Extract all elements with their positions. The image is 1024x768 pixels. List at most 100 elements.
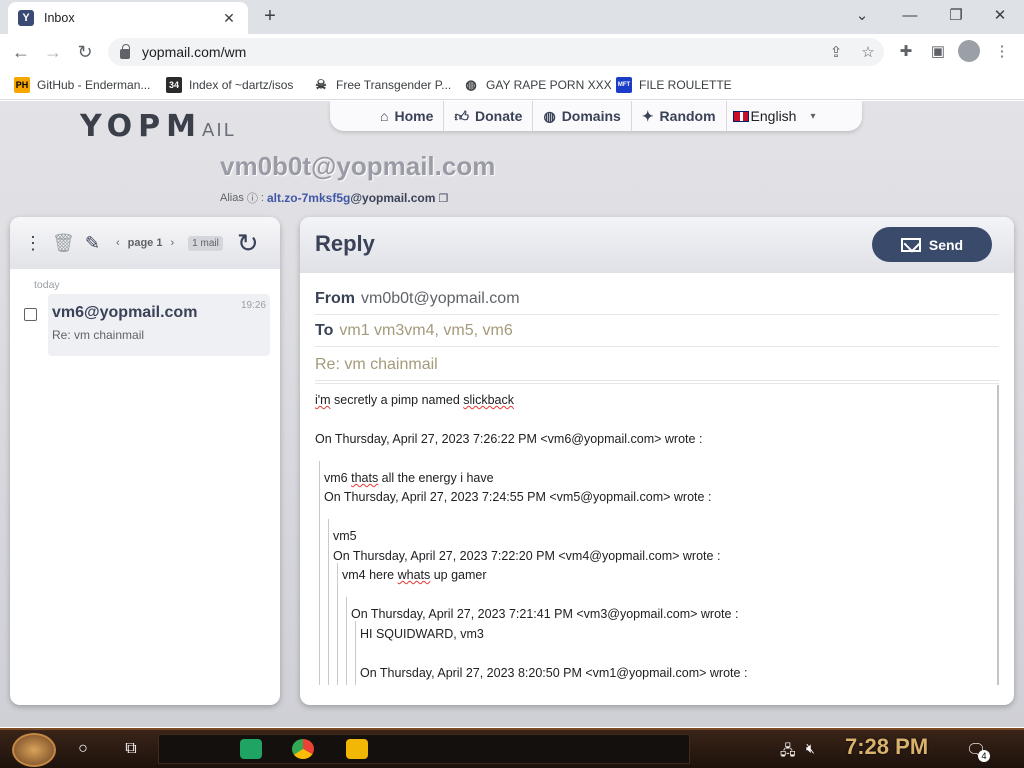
bookmarks-bar: PH GitHub - Enderman... 34 Index of ~dar… — [0, 70, 1024, 100]
tab-close-icon[interactable]: ✕ — [220, 10, 238, 27]
bookmark-34-icon: 34 — [166, 77, 182, 93]
tab-title: Inbox — [44, 11, 75, 25]
network-icon[interactable]: 🖧︎ — [780, 740, 796, 764]
day-label: today — [34, 279, 60, 291]
pager: ‹ page 1 › — [116, 237, 174, 249]
reply-header: Reply Send — [300, 217, 1014, 273]
side-panel-icon[interactable]: ▣ — [926, 41, 950, 63]
alias-row: Alias ⓘ: alt.zo-7mksf5g @yopmail.com ❐ — [220, 190, 449, 206]
menu-kebab-icon[interactable]: ⋮ — [990, 41, 1014, 63]
reply-panel: Reply Send From vm0b0t@yopmail.com To vm… — [300, 217, 1014, 705]
subject-field[interactable]: Re: vm chainmail — [315, 349, 999, 381]
nav-donate[interactable]: 👍︎ Donate — [444, 101, 534, 131]
browser-toolbar: ← → ↻ yopmail.com/wm ⇪ ☆ ✚ ▣ ⋮ — [0, 34, 1024, 70]
inbox-toolbar: ⋮ 🗑︎ ✎ ‹ page 1 › 1 mail ↻ — [10, 217, 280, 269]
compose-pencil-icon[interactable]: ✎ — [85, 233, 100, 254]
profile-avatar-icon[interactable] — [958, 40, 980, 62]
bookmark-star-icon[interactable]: ☆ — [852, 43, 884, 61]
bookmark-globe[interactable]: ◍ GAY RAPE PORN XXX — [463, 76, 612, 94]
from-field: From vm0b0t@yopmail.com — [315, 283, 999, 315]
language-select[interactable]: English ▾ — [732, 108, 816, 124]
nav-domains[interactable]: ◍ Domains — [533, 101, 632, 131]
more-vertical-icon[interactable]: ⋮ — [24, 233, 42, 254]
address-bar[interactable]: yopmail.com/wm ⇪ ☆ — [108, 38, 884, 66]
bookmark-label: Index of ~dartz/isos — [189, 78, 294, 92]
language-label: English — [750, 108, 797, 124]
list-item[interactable]: vm6@yopmail.com Re: vm chainmail 19:26 — [48, 294, 270, 356]
alias-domain: @yopmail.com — [350, 191, 436, 205]
yopmail-page: YOPMAIL ⌂ Home 👍︎ Donate ◍ Domains ✦ Ran… — [0, 101, 1024, 727]
back-arrow-icon[interactable]: ← — [8, 40, 34, 64]
trash-icon[interactable]: 🗑︎ — [52, 233, 75, 254]
tab-inbox[interactable]: Y Inbox ✕ — [8, 2, 248, 34]
body-line: i'm secretly a pimp named slickback — [315, 393, 514, 407]
notification-count-badge: 4 — [978, 750, 990, 762]
body-line: On Thursday, April 27, 2023 7:24:55 PM <… — [324, 490, 712, 504]
chevron-right-icon[interactable]: › — [170, 237, 174, 249]
minimize-icon[interactable]: — — [888, 4, 932, 28]
chevron-down-icon: ▾ — [810, 110, 816, 122]
mailbox-address: vm0b0t@yopmail.com — [220, 151, 496, 181]
volume-muted-icon[interactable]: 🔇︎ — [806, 740, 815, 757]
alias-value[interactable]: alt.zo-7mksf5g — [267, 191, 350, 205]
bookmark-label: GAY RAPE PORN XXX — [486, 78, 612, 92]
nav-random[interactable]: ✦ Random — [632, 101, 727, 131]
send-button[interactable]: Send — [872, 227, 992, 262]
divider — [315, 383, 999, 384]
clock[interactable]: 7:28 PM — [845, 734, 928, 760]
close-window-icon[interactable]: ✕ — [978, 4, 1022, 28]
from-value: vm0b0t@yopmail.com — [361, 289, 520, 307]
refresh-icon[interactable]: ↻ — [237, 228, 259, 259]
yopmail-favicon-icon: Y — [18, 10, 34, 26]
nav-label: Donate — [475, 108, 523, 124]
page-label: page 1 — [127, 237, 163, 249]
file-explorer-icon[interactable] — [346, 739, 368, 759]
bookmark-github[interactable]: PH GitHub - Enderman... — [14, 76, 150, 94]
magic-wand-icon: ✦ — [641, 107, 654, 124]
forward-arrow-icon[interactable]: → — [40, 40, 66, 64]
mail-sender: vm6@yopmail.com — [52, 304, 198, 321]
body-line: On Thursday, April 27, 2023 7:22:20 PM <… — [333, 549, 721, 563]
sheets-app-icon[interactable] — [240, 739, 262, 759]
body-line: On Thursday, April 27, 2023 8:20:50 PM <… — [360, 666, 748, 680]
envelope-icon — [900, 237, 921, 252]
ph-icon: PH — [14, 77, 30, 93]
nav-label: Domains — [561, 108, 621, 124]
to-field[interactable]: To vm1 vm3vm4, vm5, vm6 — [315, 315, 999, 347]
bookmark-isos[interactable]: 34 Index of ~dartz/isos — [166, 76, 293, 94]
chrome-app-icon[interactable] — [292, 739, 314, 759]
reload-icon[interactable]: ↻ — [72, 40, 98, 64]
uk-flag-icon — [732, 110, 749, 122]
to-input[interactable]: vm1 vm3vm4, vm5, vm6 — [339, 322, 512, 340]
tab-search-chevron-icon[interactable]: ⌄ — [840, 4, 884, 28]
extensions-puzzle-icon[interactable]: ✚ — [894, 41, 918, 63]
mail-checkbox[interactable] — [24, 308, 37, 321]
bookmark-label: GitHub - Enderman... — [37, 78, 151, 92]
start-button[interactable] — [12, 733, 56, 767]
info-icon[interactable]: ⓘ — [247, 190, 258, 206]
inbox-panel: ⋮ 🗑︎ ✎ ‹ page 1 › 1 mail ↻ today vm6@yop… — [10, 217, 280, 705]
to-label: To — [315, 321, 334, 339]
task-view-icon[interactable]: ⧉ — [120, 738, 142, 760]
share-icon[interactable]: ⇪ — [820, 43, 852, 61]
bookmark-free[interactable]: ☠ Free Transgender P... — [313, 76, 451, 94]
new-tab-icon[interactable]: + — [258, 5, 282, 28]
globe-icon: ◍ — [465, 77, 477, 92]
mft-icon: MFT — [616, 77, 632, 93]
skull-icon: ☠ — [315, 77, 327, 92]
yopmail-logo: YOPMAIL — [80, 109, 236, 144]
message-body-editor[interactable]: i'm secretly a pimp named slickback On T… — [315, 385, 999, 685]
bookmark-label: Free Transgender P... — [336, 78, 452, 92]
search-circle-icon[interactable]: ○ — [72, 738, 94, 760]
taskbar: ○ ⧉ 🖧︎ 🔇︎ 7:28 PM 🗨︎ 4 — [0, 728, 1024, 768]
body-line: vm5 — [333, 529, 357, 543]
bookmark-file-roulette[interactable]: MFT FILE ROULETTE — [616, 76, 732, 94]
chevron-left-icon[interactable]: ‹ — [116, 237, 120, 249]
restore-icon[interactable]: ❐ — [934, 4, 978, 28]
copy-icon[interactable]: ❐ — [438, 192, 448, 205]
subject-input[interactable]: Re: vm chainmail — [315, 356, 438, 374]
nav-label: Random — [659, 108, 716, 124]
body-line: On Thursday, April 27, 2023 7:26:22 PM <… — [315, 432, 703, 446]
nav-home[interactable]: ⌂ Home — [370, 101, 445, 131]
taskbar-apps — [158, 734, 690, 764]
